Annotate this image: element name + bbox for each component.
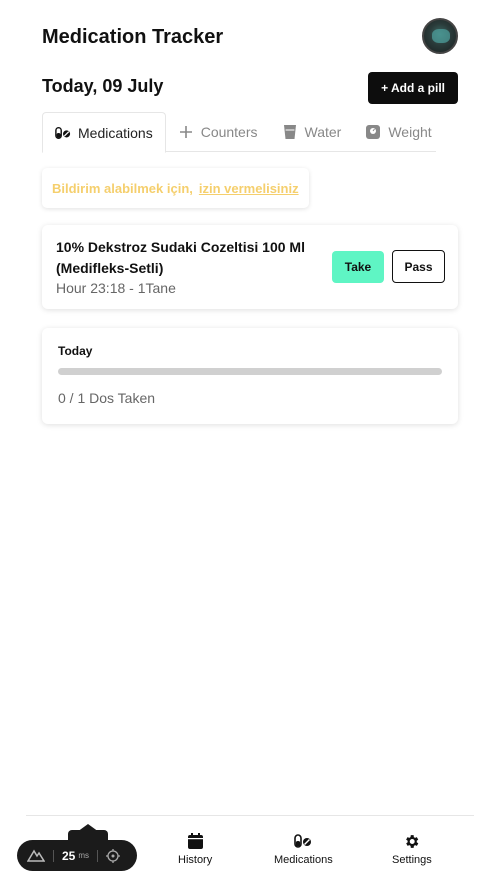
app-title: Medication Tracker (42, 26, 224, 48)
date-row: Today, 09 July + Add a pill (42, 72, 458, 104)
tab-medications[interactable]: Medications (42, 112, 166, 153)
tab-counters[interactable]: Counters (166, 112, 270, 152)
avatar[interactable] (422, 18, 458, 54)
tab-weight[interactable]: Weight (353, 112, 443, 152)
notice-text: Bildirim alabilmek için, (52, 180, 193, 196)
progress-label: Today (58, 344, 93, 358)
take-button[interactable]: Take (332, 251, 384, 283)
nav-label: History (178, 854, 213, 866)
app-header: Medication Tracker (42, 18, 458, 58)
nav-history[interactable]: History (178, 832, 212, 866)
glass-icon (282, 124, 298, 140)
tab-label: Water (304, 124, 342, 140)
crosshair-icon[interactable] (106, 848, 121, 863)
medication-schedule: Hour 23:18 - 1Tane (56, 280, 176, 296)
pills-icon (55, 125, 71, 141)
medication-card: 10% Dekstroz Sudaki Cozeltisi 100 Ml (Me… (42, 225, 458, 309)
add-pill-button[interactable]: + Add a pill (368, 72, 458, 104)
progress-bar (58, 368, 442, 375)
daily-progress-card: Today 0 / 1 Dos Taken (42, 328, 458, 424)
render-time-value: 25 (62, 848, 76, 863)
nav-label: Settings (392, 854, 432, 866)
permission-link[interactable]: izin vermelisiniz (199, 181, 299, 196)
tab-label: Medications (78, 124, 153, 141)
scale-icon (365, 124, 381, 140)
tab-label: Weight (388, 124, 432, 140)
render-time-unit: ms (78, 851, 90, 860)
nav-settings[interactable]: Settings (392, 832, 432, 866)
nav-medications[interactable]: Medications (274, 832, 333, 866)
tab-bar: Medications Counters Water Weight (42, 112, 436, 153)
pills-icon (294, 832, 312, 850)
tab-water[interactable]: Water (270, 112, 354, 152)
gear-icon (403, 832, 421, 850)
nuxt-icon[interactable] (27, 849, 45, 862)
divider (97, 849, 99, 862)
calendar-icon (186, 832, 204, 850)
notification-permission-notice: Bildirim alabilmek için, izin vermelisin… (42, 168, 309, 208)
divider (53, 849, 54, 862)
date-title: Today, 09 July (42, 76, 164, 96)
nav-label: Medications (274, 854, 333, 866)
tab-label: Counters (200, 124, 258, 140)
pass-button[interactable]: Pass (392, 250, 445, 283)
plus-icon (178, 124, 194, 140)
dev-toolbar[interactable]: 25 ms (17, 840, 137, 871)
progress-text: 0 / 1 Dos Taken (58, 390, 156, 406)
medication-name: 10% Dekstroz Sudaki Cozeltisi 100 Ml (Me… (56, 239, 305, 276)
